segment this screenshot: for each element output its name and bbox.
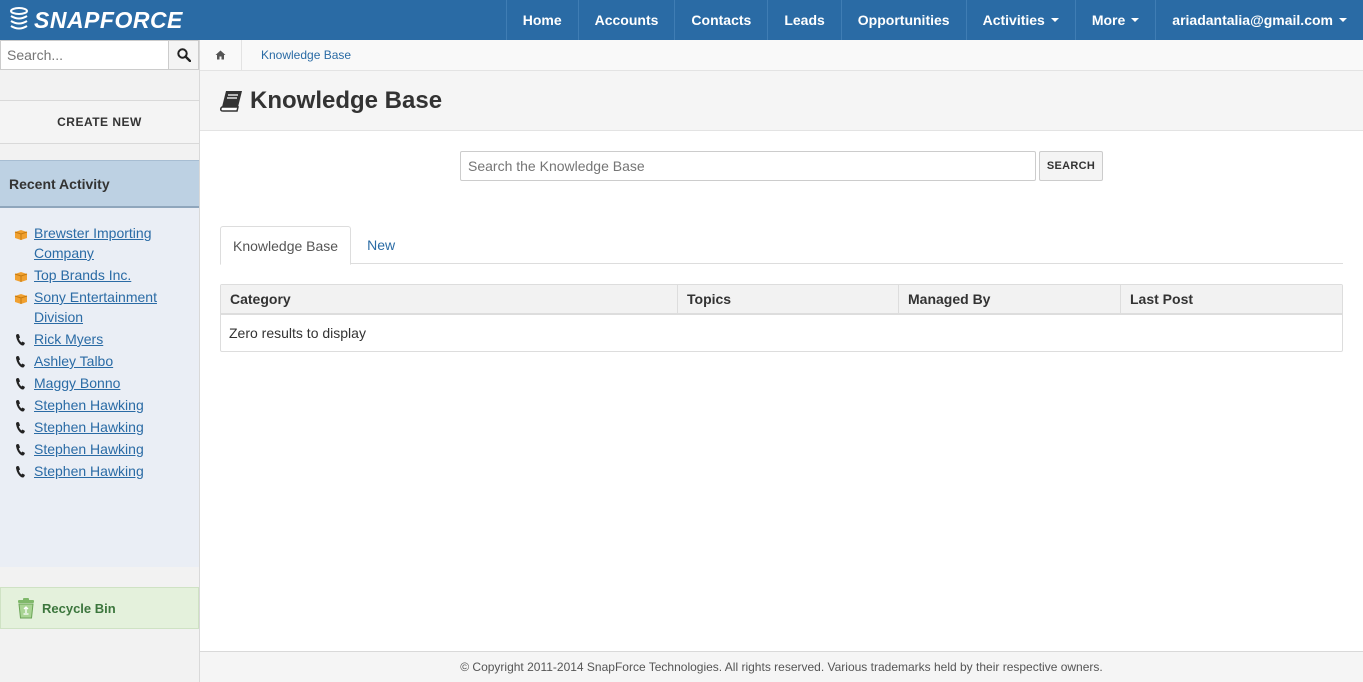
recent-item-link[interactable]: Maggy Bonno — [34, 373, 120, 393]
recycle-bin-icon — [18, 598, 34, 619]
recent-item-link[interactable]: Ashley Talbo — [34, 351, 113, 371]
book-icon — [220, 90, 242, 112]
breadcrumb-current[interactable]: Knowledge Base — [242, 48, 351, 62]
nav-activities[interactable]: Activities — [965, 0, 1075, 40]
home-icon — [215, 50, 226, 60]
sidebar: CREATE NEW Recent Activity Brewster Impo… — [0, 40, 200, 682]
recent-item[interactable]: Rick Myers — [0, 329, 199, 349]
kb-tabs: Knowledge Base New — [220, 226, 1343, 265]
recent-item[interactable]: Stephen Hawking — [0, 417, 199, 437]
phone-icon — [16, 422, 25, 434]
footer: © Copyright 2011-2014 SnapForce Technolo… — [200, 651, 1363, 682]
recent-item-link[interactable]: Stephen Hawking — [34, 439, 144, 459]
nav-leads[interactable]: Leads — [767, 0, 840, 40]
main-nav: Home Accounts Contacts Leads Opportuniti… — [505, 0, 1363, 40]
column-header-last-post[interactable]: Last Post — [1121, 285, 1342, 313]
page-title: Knowledge Base — [250, 86, 443, 114]
column-header-topics[interactable]: Topics — [678, 285, 899, 313]
table-empty-message: Zero results to display — [229, 325, 366, 341]
breadcrumb: Knowledge Base — [200, 39, 1363, 71]
recent-item[interactable]: Ashley Talbo — [0, 351, 199, 371]
nav-opportunities[interactable]: Opportunities — [840, 0, 966, 40]
nav-user-menu[interactable]: ariadantalia@gmail.com — [1155, 0, 1363, 40]
recent-item-link[interactable]: Top Brands Inc. — [34, 265, 131, 285]
recent-item[interactable]: Sony Entertainment Division — [0, 287, 199, 327]
kb-search-bar: SEARCH — [460, 151, 1103, 181]
nav-label: Home — [522, 12, 562, 28]
column-header-managed-by[interactable]: Managed By — [899, 285, 1121, 313]
recent-item[interactable]: Stephen Hawking — [0, 395, 199, 415]
copyright-text: © Copyright 2011-2014 SnapForce Technolo… — [460, 660, 1103, 674]
recent-item-link[interactable]: Stephen Hawking — [34, 461, 144, 481]
account-icon — [14, 230, 28, 240]
nav-label: Leads — [784, 12, 825, 28]
caret-down-icon — [1131, 18, 1140, 22]
nav-contacts[interactable]: Contacts — [674, 0, 767, 40]
recent-item-link[interactable]: Sony Entertainment Division — [34, 287, 189, 327]
phone-icon — [16, 356, 25, 368]
kb-search-input[interactable] — [460, 151, 1036, 181]
recent-item-link[interactable]: Brewster Importing Company — [34, 223, 189, 263]
phone-icon — [16, 400, 25, 412]
recent-item[interactable]: Brewster Importing Company — [0, 223, 199, 263]
phone-icon — [16, 444, 25, 456]
table-header: Category Topics Managed By Last Post — [221, 285, 1342, 315]
kb-search-button[interactable]: SEARCH — [1039, 151, 1103, 181]
logo-stack-icon — [10, 7, 28, 30]
kb-table: Category Topics Managed By Last Post Zer… — [220, 284, 1343, 352]
page-header: Knowledge Base — [200, 71, 1363, 131]
recent-item-link[interactable]: Rick Myers — [34, 329, 103, 349]
tab-new[interactable]: New — [351, 226, 407, 264]
nav-label: ariadantalia@gmail.com — [1172, 12, 1333, 28]
nav-label: Contacts — [691, 12, 752, 28]
caret-down-icon — [1339, 18, 1347, 22]
top-navbar: SNAPFORCE Home Accounts Contacts Leads O… — [0, 0, 1363, 40]
recycle-bin-label: Recycle Bin — [42, 600, 116, 616]
breadcrumb-home[interactable] — [200, 39, 242, 71]
nav-label: Activities — [982, 12, 1045, 28]
nav-accounts[interactable]: Accounts — [577, 0, 675, 40]
caret-down-icon — [1050, 18, 1059, 22]
nav-more[interactable]: More — [1074, 0, 1155, 40]
recent-item[interactable]: Stephen Hawking — [0, 439, 199, 459]
nav-label: Accounts — [594, 12, 659, 28]
recycle-bin-link[interactable]: Recycle Bin — [0, 587, 199, 629]
search-icon — [176, 48, 191, 62]
nav-home[interactable]: Home — [505, 0, 578, 40]
phone-icon — [16, 378, 25, 390]
sidebar-search-button[interactable] — [169, 40, 199, 70]
recent-activity-header: Recent Activity — [0, 160, 199, 208]
recent-item[interactable]: Maggy Bonno — [0, 373, 199, 393]
recent-item-link[interactable]: Stephen Hawking — [34, 417, 144, 437]
tab-knowledge-base[interactable]: Knowledge Base — [220, 226, 352, 265]
logo-text: SNAPFORCE — [34, 6, 183, 33]
recent-item-link[interactable]: Stephen Hawking — [34, 395, 144, 415]
recent-item[interactable]: Stephen Hawking — [0, 461, 199, 481]
account-icon — [14, 294, 28, 304]
nav-label: Opportunities — [857, 12, 950, 28]
sidebar-search-input[interactable] — [0, 40, 169, 70]
phone-icon — [16, 334, 25, 346]
account-icon — [14, 272, 28, 282]
recent-activity-list: Brewster Importing Company Top Brands Inc… — [0, 208, 199, 567]
nav-label: More — [1091, 12, 1126, 28]
create-new-button[interactable]: CREATE NEW — [0, 100, 199, 144]
phone-icon — [16, 466, 25, 478]
app-logo[interactable]: SNAPFORCE — [8, 6, 183, 34]
column-header-category[interactable]: Category — [221, 285, 678, 313]
sidebar-search — [0, 40, 199, 70]
recent-item[interactable]: Top Brands Inc. — [0, 265, 199, 285]
